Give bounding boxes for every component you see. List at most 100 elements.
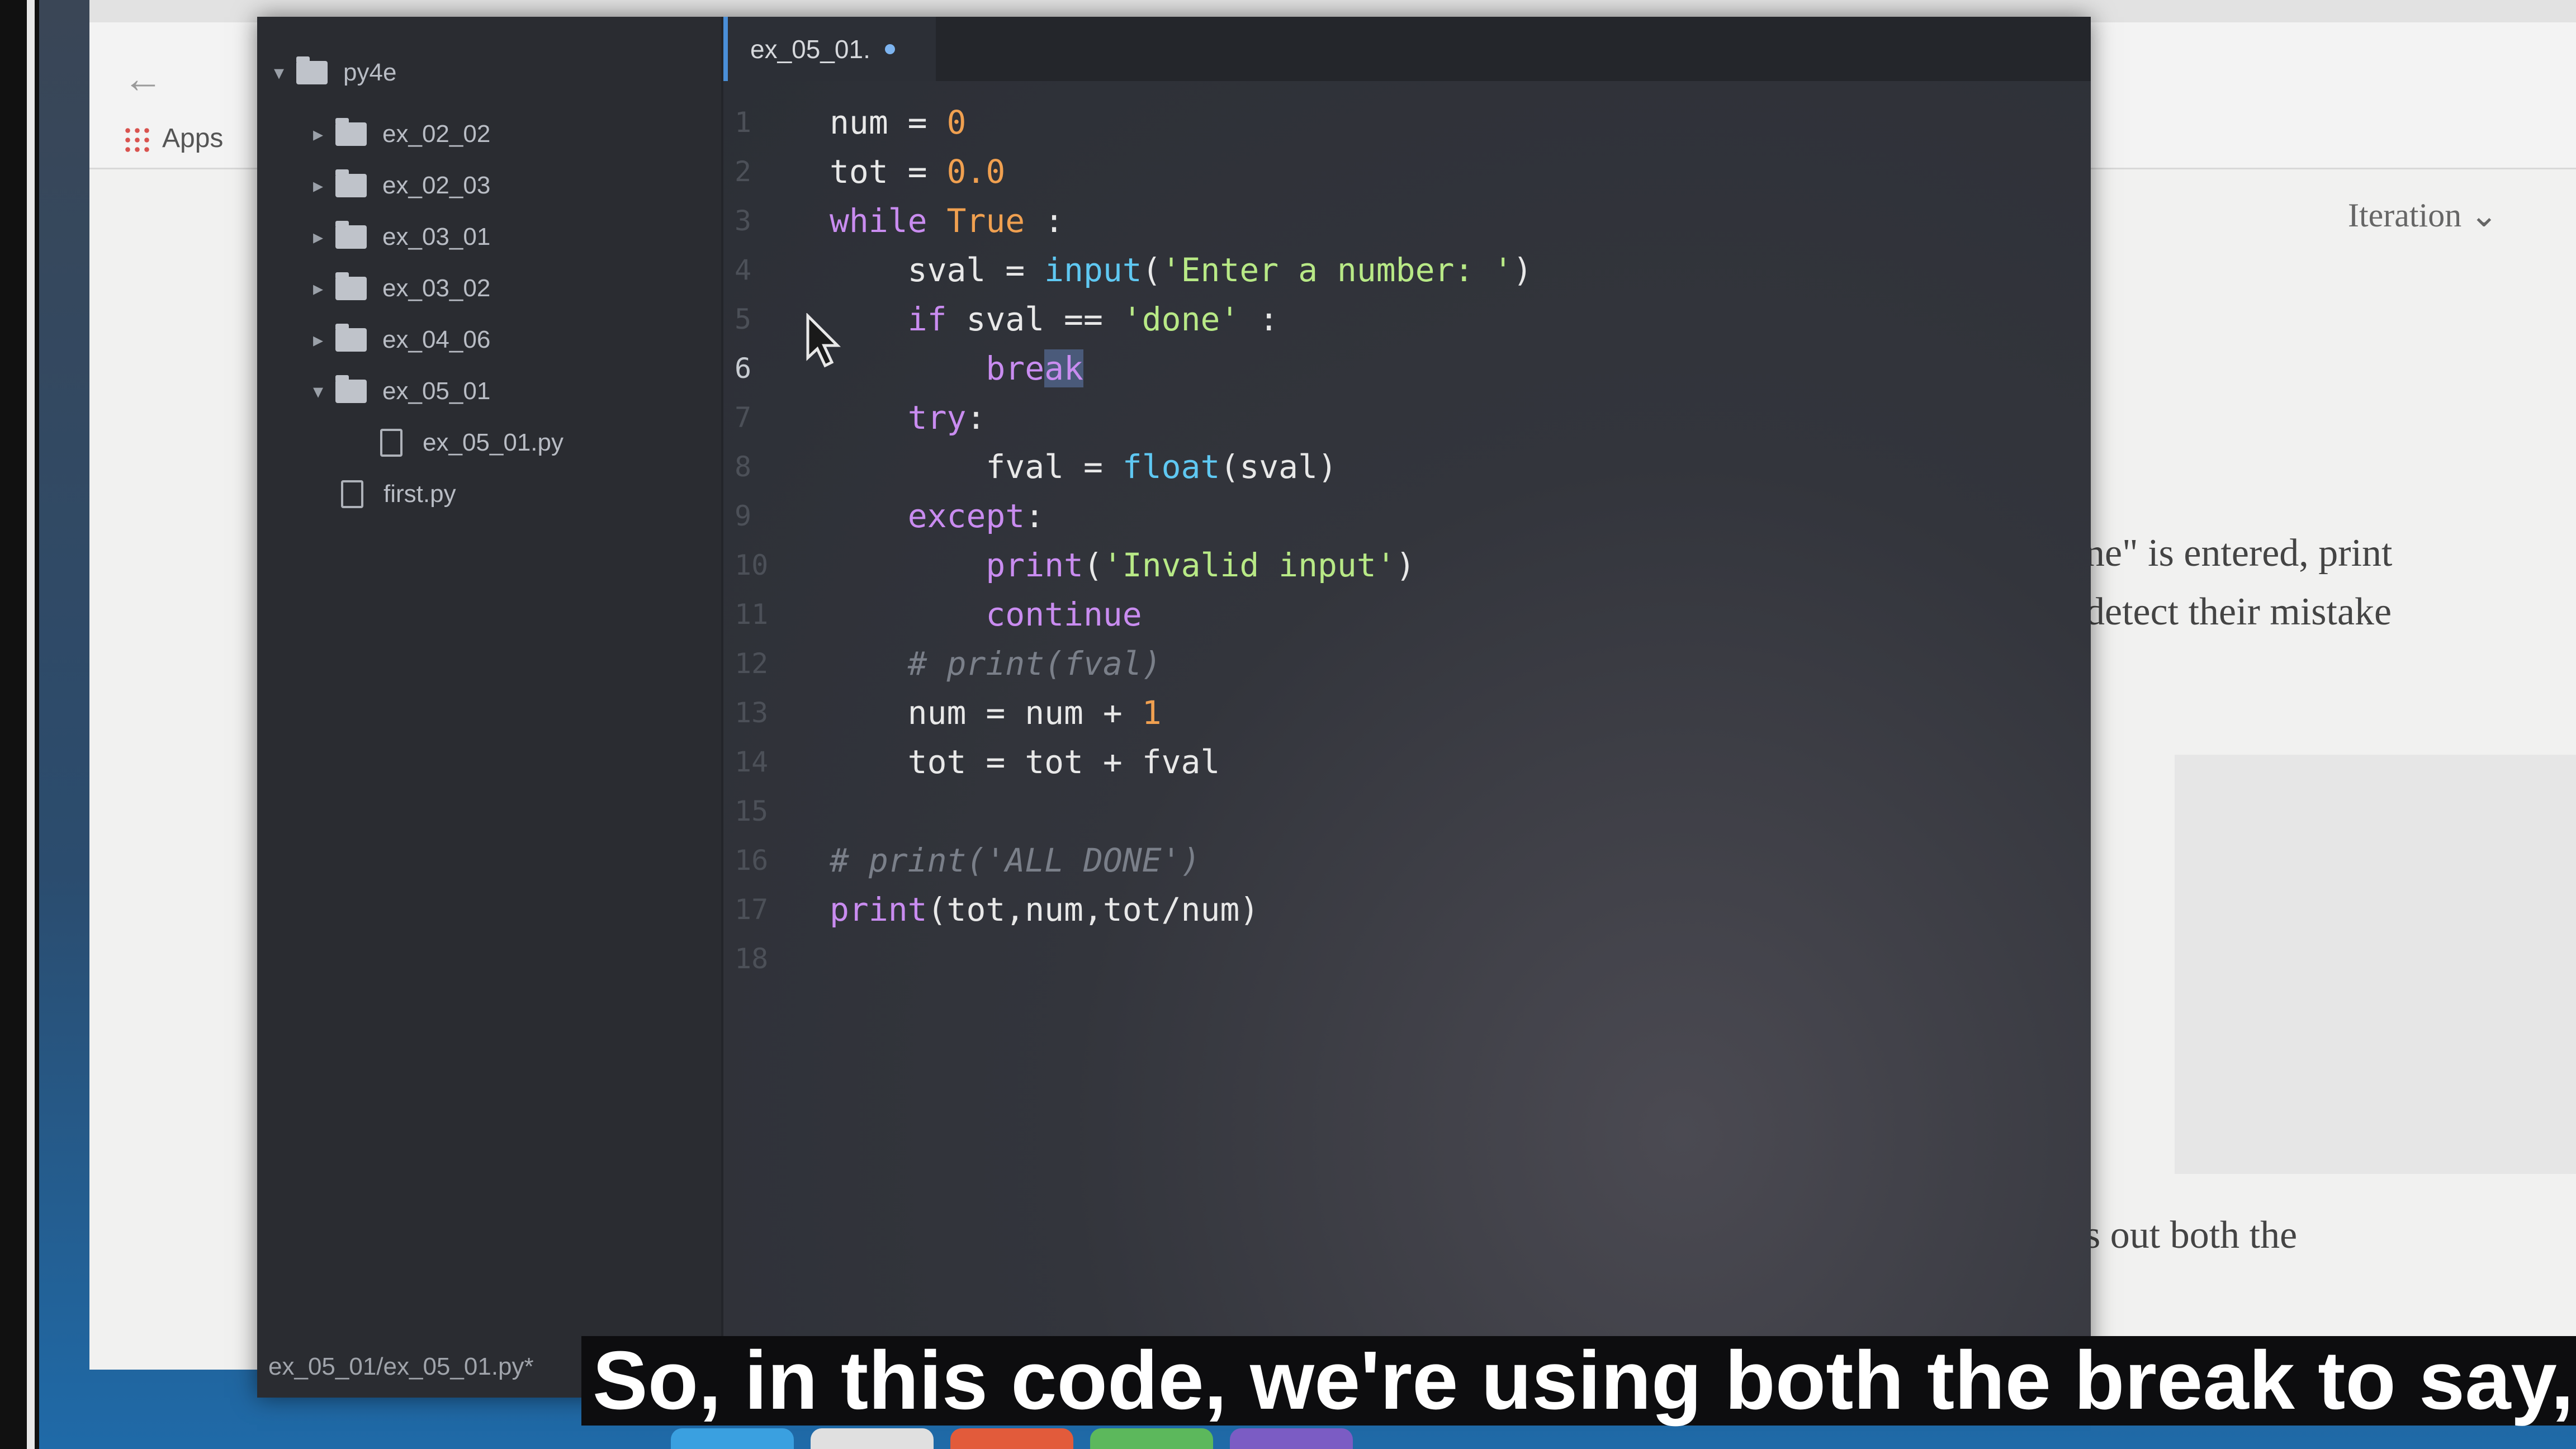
- code-text: while True :: [830, 202, 1064, 240]
- code-line[interactable]: 3 while True :: [723, 196, 2091, 245]
- code-text: # print(fval): [830, 645, 1162, 683]
- folder-icon: [335, 118, 367, 146]
- line-number: 3: [735, 205, 752, 237]
- line-number: 6: [735, 352, 752, 385]
- tree-file[interactable]: first.py: [341, 472, 456, 517]
- folder-icon: [335, 272, 367, 300]
- dock-app-icon[interactable]: [1090, 1428, 1213, 1449]
- code-line[interactable]: 10 print('Invalid input'): [723, 541, 2091, 590]
- line-number: 17: [735, 893, 769, 926]
- code-sample-box: [2175, 755, 2576, 1174]
- back-arrow-icon[interactable]: ←: [123, 56, 163, 102]
- code-line[interactable]: 14 tot = tot + fval: [723, 737, 2091, 787]
- status-bar-path: ex_05_01/ex_05_01.py*: [268, 1353, 534, 1380]
- tree-folder-expanded[interactable]: ▾ ex_05_01: [313, 369, 490, 414]
- file-tree-panel: ▾ py4e ▸ ex_02_02 ▸ ex_02_03 ▸ ex_03_01 …: [257, 17, 723, 1398]
- apps-bookmark[interactable]: Apps: [123, 123, 223, 154]
- folder-icon: [335, 375, 367, 403]
- line-number: 15: [735, 795, 769, 827]
- mouse-pointer-icon: [806, 313, 841, 368]
- folder-icon: [335, 169, 367, 197]
- code-text: if sval == 'done' :: [907, 300, 1279, 338]
- tree-file-selected[interactable]: ex_05_01.py: [380, 420, 564, 465]
- code-text: continue: [986, 595, 1142, 633]
- line-number: 1: [735, 106, 752, 139]
- chevron-right-icon: ▸: [313, 277, 324, 300]
- code-line-active[interactable]: 6 break: [723, 344, 2091, 393]
- video-subtitle: So, in this code, we're using both the b…: [581, 1336, 2576, 1426]
- dock-app-icon[interactable]: [671, 1428, 794, 1449]
- iteration-dropdown[interactable]: Iteration ⌄: [2348, 196, 2498, 235]
- tree-item-label: ex_05_01.py: [423, 429, 564, 456]
- page-text-line: ne" is entered, print: [2085, 532, 2393, 575]
- code-line[interactable]: 18: [723, 934, 2091, 983]
- folder-icon: [335, 324, 367, 352]
- tree-root-folder[interactable]: ▾ py4e: [274, 50, 396, 95]
- code-line[interactable]: 9 except:: [723, 491, 2091, 541]
- code-line[interactable]: 7 try:: [723, 393, 2091, 442]
- code-line[interactable]: 17 print(tot,num,tot/num): [723, 885, 2091, 934]
- tree-folder[interactable]: ▸ ex_03_02: [313, 266, 490, 311]
- apps-grid-icon: [123, 126, 151, 154]
- code-text: break: [986, 349, 1083, 387]
- code-line[interactable]: 15: [723, 787, 2091, 836]
- dock-app-icon[interactable]: [950, 1428, 1073, 1449]
- chevron-right-icon: ▸: [313, 174, 324, 197]
- tree-item-label: first.py: [383, 480, 456, 508]
- tree-folder[interactable]: ▸ ex_02_03: [313, 163, 490, 208]
- code-text: num = num + 1: [830, 694, 1162, 732]
- page-text-line: s out both the: [2085, 1214, 2298, 1257]
- code-line[interactable]: 4 sval = input('Enter a number: '): [723, 245, 2091, 295]
- tree-item-label: ex_02_03: [382, 172, 491, 199]
- tree-folder[interactable]: ▸ ex_02_02: [313, 112, 490, 157]
- iteration-label: Iteration: [2348, 197, 2462, 234]
- chevron-down-icon: ▾: [313, 380, 324, 402]
- code-line[interactable]: 13 num = num + 1: [723, 688, 2091, 737]
- code-line[interactable]: 11 continue: [723, 590, 2091, 639]
- code-line[interactable]: 8 fval = float(sval): [723, 442, 2091, 491]
- code-text: # print('ALL DONE'): [830, 841, 1201, 879]
- folder-icon: [335, 221, 367, 249]
- line-number: 4: [735, 254, 752, 286]
- code-line[interactable]: 1 num = 0: [723, 98, 2091, 147]
- code-line[interactable]: 5 if sval == 'done' :: [723, 295, 2091, 344]
- code-text: num = 0: [830, 103, 967, 141]
- tab-ex-05-01[interactable]: ex_05_01.: [723, 17, 936, 81]
- chevron-down-icon: ▾: [274, 61, 285, 84]
- code-editor-window: ▾ py4e ▸ ex_02_02 ▸ ex_02_03 ▸ ex_03_01 …: [257, 17, 2091, 1398]
- dock-app-icon[interactable]: [1230, 1428, 1353, 1449]
- tree-folder[interactable]: ▸ ex_04_06: [313, 318, 490, 362]
- line-number: 8: [735, 451, 752, 483]
- folder-icon: [296, 56, 328, 84]
- code-line[interactable]: 16 # print('ALL DONE'): [723, 836, 2091, 885]
- line-number: 13: [735, 697, 769, 729]
- dock-app-icon[interactable]: [811, 1428, 934, 1449]
- line-number: 7: [735, 401, 752, 434]
- tree-item-label: ex_03_02: [382, 274, 491, 302]
- code-text: try:: [907, 399, 986, 437]
- page-text-line: detect their mistake: [2085, 590, 2392, 633]
- code-text: fval = float(sval): [830, 448, 1337, 486]
- tree-item-label: ex_05_01: [382, 377, 491, 405]
- file-icon: [380, 429, 402, 457]
- tree-folder[interactable]: ▸ ex_03_01: [313, 215, 490, 259]
- tab-label: ex_05_01.: [750, 34, 870, 64]
- tree-item-label: py4e: [343, 59, 397, 86]
- monitor-bezel: [0, 0, 39, 1449]
- line-number: 11: [735, 598, 769, 631]
- line-number: 5: [735, 303, 752, 335]
- code-text: tot = 0.0: [830, 153, 1006, 191]
- code-editor[interactable]: 1 num = 0 2 tot = 0.0 3 while True : 4 sval…: [723, 81, 2091, 1398]
- tab-bar: ex_05_01.: [723, 17, 2091, 81]
- line-number: 14: [735, 746, 769, 778]
- code-text: print('Invalid input'): [986, 546, 1415, 584]
- line-number: 16: [735, 844, 769, 877]
- code-line[interactable]: 12 # print(fval): [723, 639, 2091, 688]
- line-number: 10: [735, 549, 769, 581]
- code-line[interactable]: 2 tot = 0.0: [723, 147, 2091, 196]
- chevron-right-icon: ▸: [313, 122, 324, 145]
- file-icon: [341, 480, 363, 508]
- line-number: 2: [735, 155, 752, 188]
- code-text: print(tot,num,tot/num): [830, 891, 1259, 929]
- taskbar-dock: [671, 1428, 2012, 1449]
